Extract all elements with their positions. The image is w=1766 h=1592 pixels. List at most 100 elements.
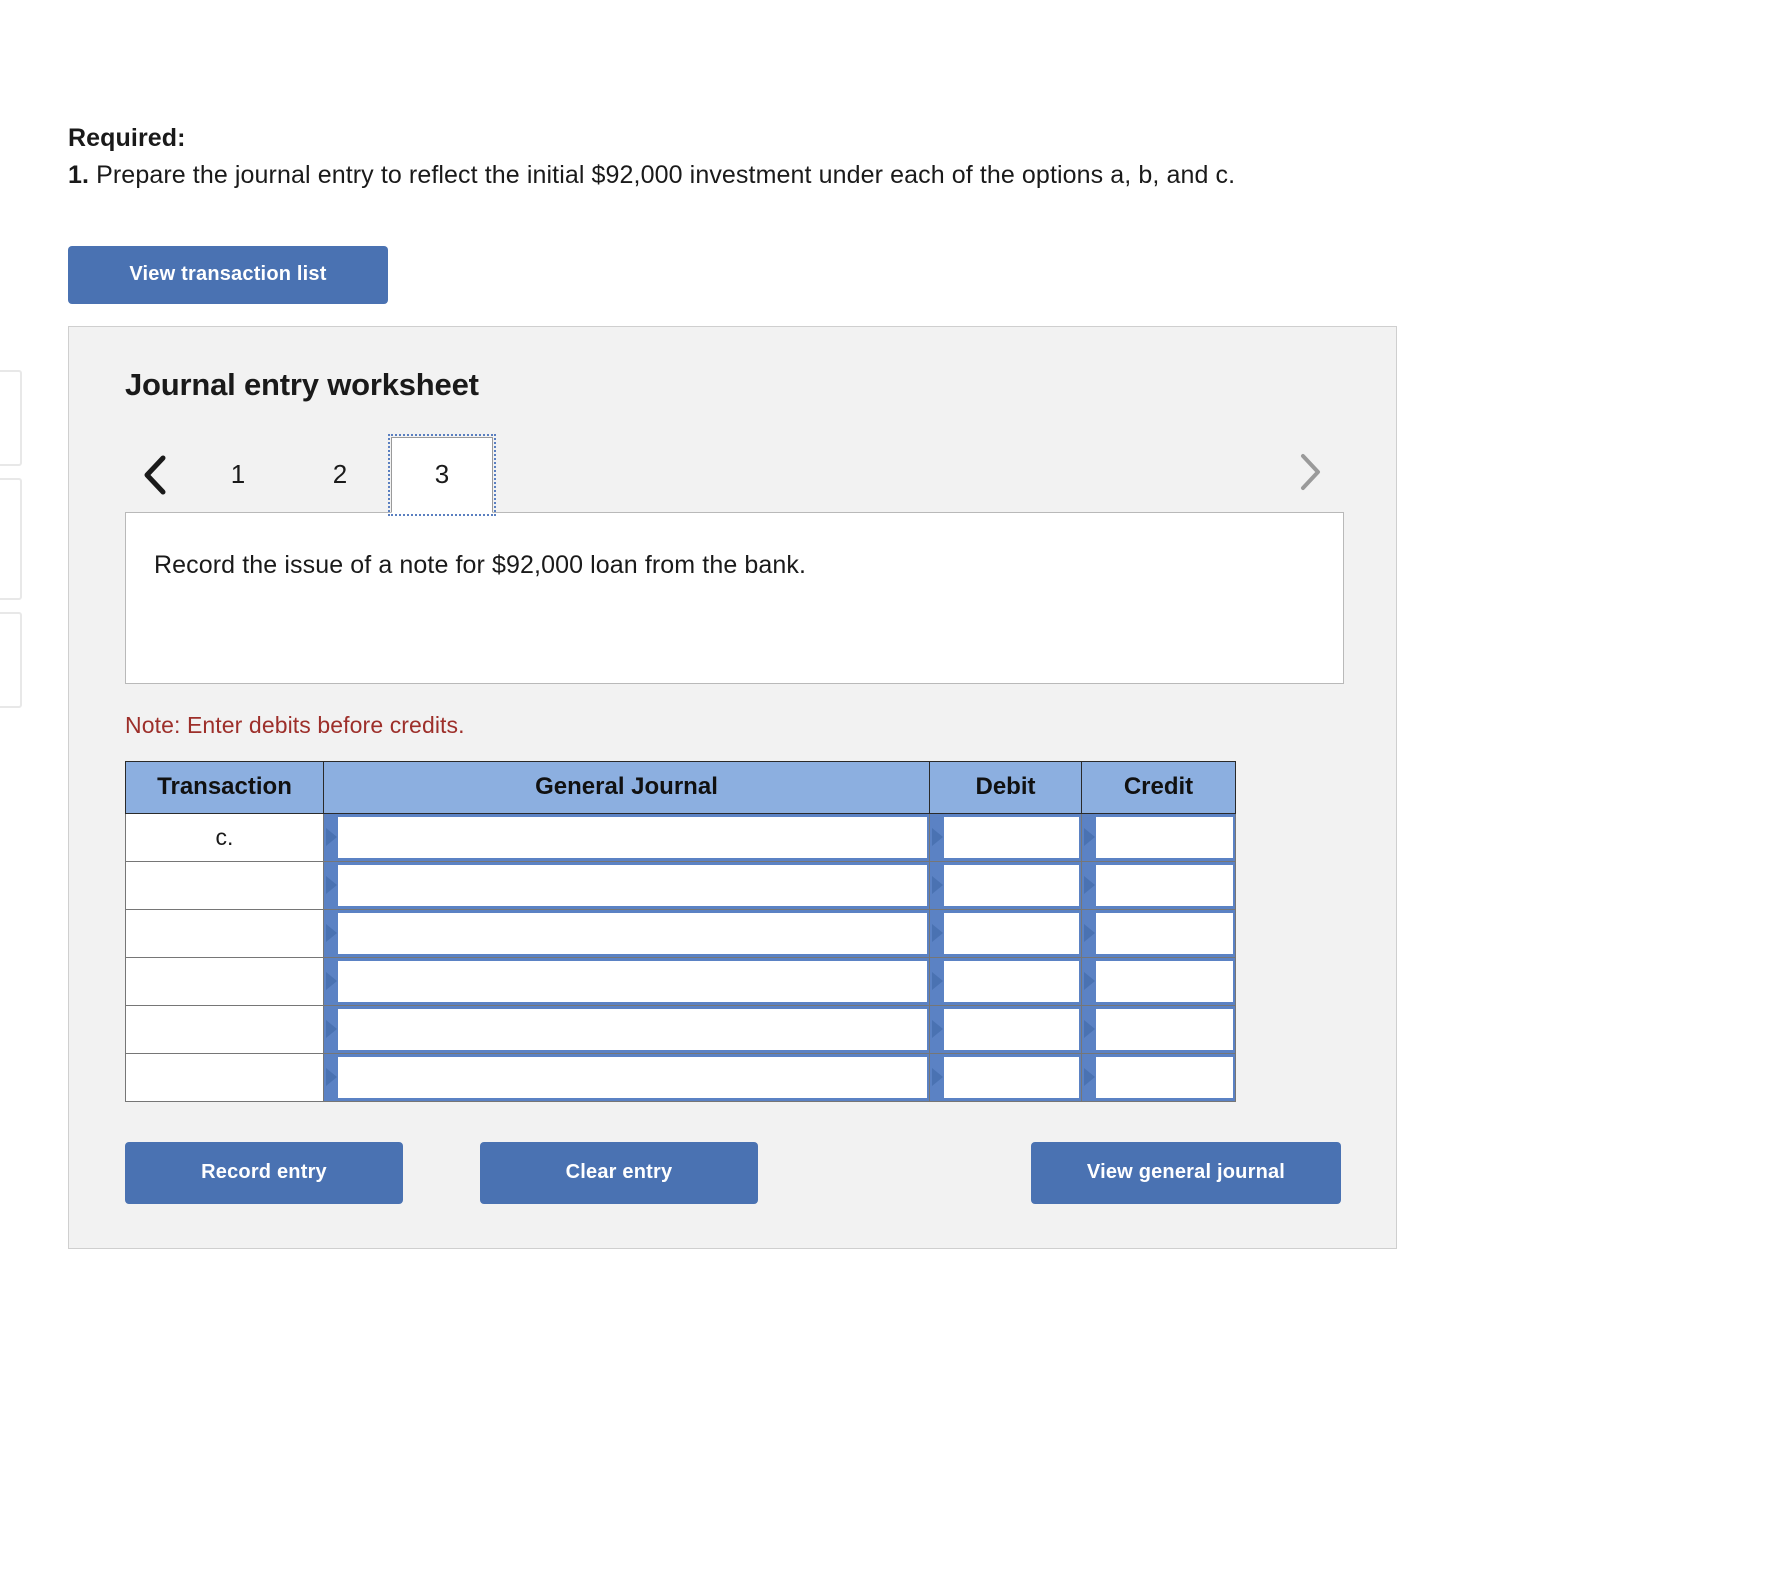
- table-row: [125, 956, 1236, 1006]
- required-block: Required: 1. Prepare the journal entry t…: [68, 122, 1766, 194]
- dropdown-triangle-icon: [326, 972, 337, 990]
- cell-general-journal[interactable]: [323, 812, 930, 862]
- worksheet-footer-buttons: Record entry Clear entry View general jo…: [125, 1141, 1341, 1204]
- cell-general-journal[interactable]: [323, 1004, 930, 1054]
- offscreen-panel-fragment-3: [0, 612, 22, 708]
- cell-general-journal[interactable]: [323, 860, 930, 910]
- cell-general-journal[interactable]: [323, 908, 930, 958]
- pager-tab-2[interactable]: 2: [289, 437, 391, 513]
- general-journal-input[interactable]: [338, 1056, 927, 1098]
- journal-entry-worksheet-panel: Journal entry worksheet 1 2 3 Record the…: [68, 325, 1397, 1249]
- credit-input[interactable]: [1096, 1056, 1233, 1098]
- credit-input[interactable]: [1096, 1008, 1233, 1050]
- cell-transaction: [125, 908, 324, 958]
- cell-transaction: [125, 1004, 324, 1054]
- column-header-transaction: Transaction: [125, 760, 324, 814]
- general-journal-input[interactable]: [338, 864, 927, 906]
- column-header-general-journal: General Journal: [323, 760, 930, 814]
- required-heading: Required:: [68, 124, 186, 152]
- cell-debit[interactable]: [929, 812, 1082, 862]
- debit-input[interactable]: [944, 816, 1079, 858]
- required-item-number: 1.: [68, 161, 90, 189]
- cell-transaction: [125, 860, 324, 910]
- required-item: 1. Prepare the journal entry to reflect …: [68, 158, 1766, 194]
- debit-input[interactable]: [944, 864, 1079, 906]
- debit-input[interactable]: [944, 960, 1079, 1002]
- cell-debit[interactable]: [929, 908, 1082, 958]
- pager-tab-1[interactable]: 1: [187, 437, 289, 513]
- dropdown-triangle-icon: [932, 924, 943, 942]
- chevron-right-icon: [1294, 451, 1324, 498]
- page-root: Required: 1. Prepare the journal entry t…: [0, 0, 1766, 1249]
- chevron-left-icon: [141, 454, 171, 496]
- worksheet-title: Journal entry worksheet: [125, 366, 479, 402]
- debit-input[interactable]: [944, 1056, 1079, 1098]
- record-entry-button[interactable]: Record entry: [125, 1141, 403, 1204]
- dropdown-triangle-icon: [932, 972, 943, 990]
- dropdown-triangle-icon: [1084, 972, 1095, 990]
- cell-debit[interactable]: [929, 956, 1082, 1006]
- offscreen-panel-fragment-2: [0, 478, 22, 600]
- dropdown-triangle-icon: [326, 1068, 337, 1086]
- pager-tab-list: 1 2 3: [187, 433, 496, 516]
- journal-entry-table: Transaction General Journal Debit Credit…: [125, 760, 1236, 1102]
- cell-debit[interactable]: [929, 860, 1082, 910]
- cell-credit[interactable]: [1081, 1004, 1236, 1054]
- cell-general-journal[interactable]: [323, 956, 930, 1006]
- cell-credit[interactable]: [1081, 812, 1236, 862]
- cell-transaction: [125, 956, 324, 1006]
- view-transaction-list-button[interactable]: View transaction list: [68, 245, 388, 304]
- cell-debit[interactable]: [929, 1004, 1082, 1054]
- credit-input[interactable]: [1096, 912, 1233, 954]
- dropdown-triangle-icon: [1084, 828, 1095, 846]
- dropdown-triangle-icon: [932, 828, 943, 846]
- cell-credit[interactable]: [1081, 908, 1236, 958]
- general-journal-input[interactable]: [338, 912, 927, 954]
- view-transaction-list-wrap: View transaction list: [68, 245, 1766, 304]
- table-row: [125, 908, 1236, 958]
- general-journal-input[interactable]: [338, 816, 927, 858]
- table-row: [125, 860, 1236, 910]
- dropdown-triangle-icon: [932, 876, 943, 894]
- pager-next-button[interactable]: [1274, 437, 1344, 513]
- worksheet-pager: 1 2 3: [125, 433, 1344, 516]
- debits-before-credits-note: Note: Enter debits before credits.: [125, 711, 465, 738]
- cell-credit[interactable]: [1081, 956, 1236, 1006]
- transaction-description-box: Record the issue of a note for $92,000 l…: [125, 511, 1344, 684]
- transaction-description-text: Record the issue of a note for $92,000 l…: [154, 550, 807, 579]
- dropdown-triangle-icon: [932, 1020, 943, 1038]
- offscreen-panel-fragment-1: [0, 370, 22, 466]
- cell-general-journal[interactable]: [323, 1052, 930, 1102]
- credit-input[interactable]: [1096, 816, 1233, 858]
- debit-input[interactable]: [944, 912, 1079, 954]
- credit-input[interactable]: [1096, 864, 1233, 906]
- dropdown-triangle-icon: [326, 828, 337, 846]
- table-header-row: Transaction General Journal Debit Credit: [125, 760, 1236, 814]
- pager-tab-3[interactable]: 3: [388, 433, 496, 516]
- cell-credit[interactable]: [1081, 1052, 1236, 1102]
- cell-credit[interactable]: [1081, 860, 1236, 910]
- column-header-debit: Debit: [929, 760, 1082, 814]
- view-general-journal-button[interactable]: View general journal: [1031, 1141, 1341, 1204]
- dropdown-triangle-icon: [326, 876, 337, 894]
- pager-spacer: [493, 437, 1274, 513]
- dropdown-triangle-icon: [1084, 1020, 1095, 1038]
- dropdown-triangle-icon: [326, 924, 337, 942]
- cell-transaction: c.: [125, 812, 324, 862]
- cell-debit[interactable]: [929, 1052, 1082, 1102]
- dropdown-triangle-icon: [1084, 1068, 1095, 1086]
- general-journal-input[interactable]: [338, 960, 927, 1002]
- table-row: c.: [125, 812, 1236, 862]
- credit-input[interactable]: [1096, 960, 1233, 1002]
- cell-transaction: [125, 1052, 324, 1102]
- column-header-credit: Credit: [1081, 760, 1236, 814]
- pager-prev-button[interactable]: [125, 437, 187, 513]
- dropdown-triangle-icon: [932, 1068, 943, 1086]
- required-item-text: Prepare the journal entry to reflect the…: [96, 161, 1236, 189]
- general-journal-input[interactable]: [338, 1008, 927, 1050]
- table-row: [125, 1052, 1236, 1102]
- dropdown-triangle-icon: [1084, 924, 1095, 942]
- debit-input[interactable]: [944, 1008, 1079, 1050]
- clear-entry-button[interactable]: Clear entry: [480, 1141, 758, 1204]
- dropdown-triangle-icon: [1084, 876, 1095, 894]
